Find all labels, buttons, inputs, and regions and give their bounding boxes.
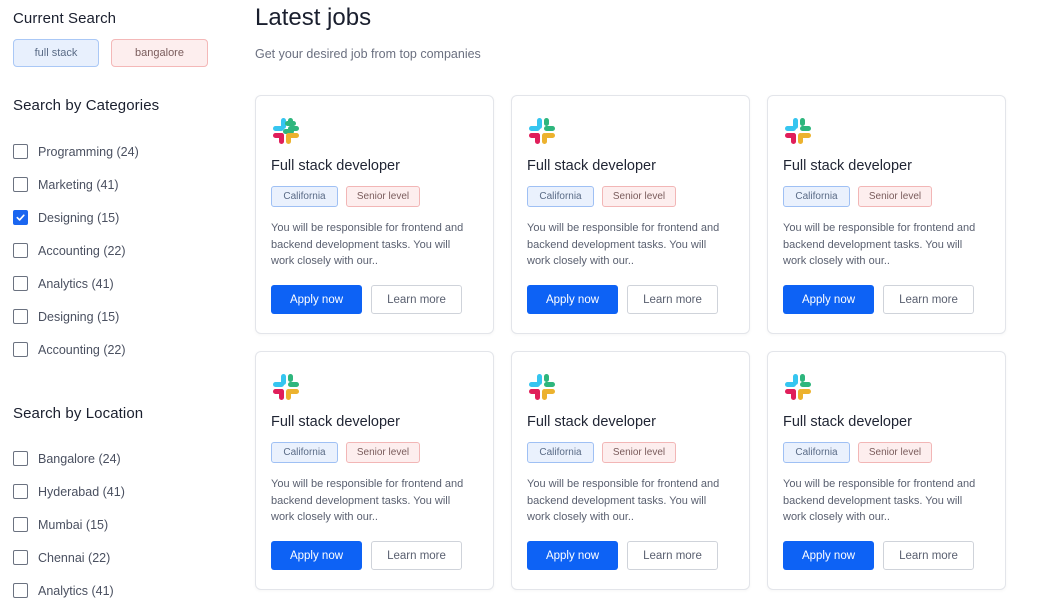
category-item-marketing[interactable]: Marketing (41)	[13, 168, 139, 201]
job-title[interactable]: Full stack developer	[527, 414, 656, 430]
checkmark-icon	[16, 214, 25, 221]
apply-now-button[interactable]: Apply now	[271, 541, 362, 570]
category-checkbox[interactable]	[13, 243, 28, 258]
location-checkbox[interactable]	[13, 583, 28, 598]
category-label: Accounting (22)	[38, 342, 126, 357]
category-label: Marketing (41)	[38, 177, 119, 192]
category-checkbox[interactable]	[13, 309, 28, 324]
job-title[interactable]: Full stack developer	[527, 158, 656, 174]
slack-logo-icon	[273, 118, 299, 144]
location-label: Bangalore (24)	[38, 451, 121, 466]
location-checkbox[interactable]	[13, 517, 28, 532]
learn-more-button[interactable]: Learn more	[883, 541, 974, 570]
location-tag: California	[271, 186, 338, 207]
location-label: Analytics (41)	[38, 583, 114, 598]
slack-logo-icon	[529, 118, 555, 144]
category-label: Analytics (41)	[38, 276, 114, 291]
job-title[interactable]: Full stack developer	[783, 158, 912, 174]
job-description: You will be responsible for frontend and…	[527, 222, 720, 267]
apply-now-button[interactable]: Apply now	[527, 541, 618, 570]
category-label: Accounting (22)	[38, 243, 126, 258]
category-checkbox[interactable]	[13, 342, 28, 357]
job-description: You will be responsible for frontend and…	[271, 222, 464, 267]
category-item-analytics[interactable]: Analytics (41)	[13, 267, 139, 300]
location-checkbox[interactable]	[13, 451, 28, 466]
page-title: Latest jobs	[255, 4, 372, 31]
current-search-title: Current Search	[13, 10, 117, 27]
job-card: Full stack developer California Senior l…	[767, 95, 1006, 334]
category-item-programming[interactable]: Programming (24)	[13, 135, 139, 168]
job-description: You will be responsible for frontend and…	[527, 478, 720, 523]
search-chip-bangalore[interactable]: bangalore	[111, 39, 208, 67]
job-search-page: Current Search full stack bangalore Sear…	[0, 0, 1057, 603]
level-tag: Senior level	[602, 186, 676, 207]
category-label: Programming (24)	[38, 144, 139, 159]
job-description: You will be responsible for frontend and…	[783, 222, 976, 267]
apply-now-button[interactable]: Apply now	[783, 541, 874, 570]
job-card: Full stack developer California Senior l…	[255, 95, 494, 334]
learn-more-button[interactable]: Learn more	[371, 541, 462, 570]
location-tag: California	[783, 186, 850, 207]
job-title[interactable]: Full stack developer	[783, 414, 912, 430]
location-item-chennai[interactable]: Chennai (22)	[13, 541, 125, 574]
job-card: Full stack developer California Senior l…	[511, 95, 750, 334]
slack-logo-icon	[785, 374, 811, 400]
learn-more-button[interactable]: Learn more	[883, 285, 974, 314]
category-item-designing[interactable]: Designing (15)	[13, 201, 139, 234]
page-subtitle: Get your desired job from top companies	[255, 47, 481, 61]
job-description: You will be responsible for frontend and…	[271, 478, 464, 523]
location-tag: California	[271, 442, 338, 463]
level-tag: Senior level	[858, 442, 932, 463]
category-item-accounting[interactable]: Accounting (22)	[13, 234, 139, 267]
location-title: Search by Location	[13, 405, 144, 422]
apply-now-button[interactable]: Apply now	[783, 285, 874, 314]
category-checkbox[interactable]	[13, 177, 28, 192]
job-card: Full stack developer California Senior l…	[767, 351, 1006, 590]
location-checkbox[interactable]	[13, 484, 28, 499]
location-item-mumbai[interactable]: Mumbai (15)	[13, 508, 125, 541]
location-list: Bangalore (24) Hyderabad (41) Mumbai (15…	[13, 442, 125, 603]
level-tag: Senior level	[858, 186, 932, 207]
location-tag: California	[527, 186, 594, 207]
slack-logo-icon	[785, 118, 811, 144]
category-checkbox[interactable]	[13, 144, 28, 159]
job-description: You will be responsible for frontend and…	[783, 478, 976, 523]
location-label: Chennai (22)	[38, 550, 111, 565]
category-label: Designing (15)	[38, 210, 120, 225]
level-tag: Senior level	[346, 186, 420, 207]
job-card: Full stack developer California Senior l…	[255, 351, 494, 590]
learn-more-button[interactable]: Learn more	[627, 285, 718, 314]
job-title[interactable]: Full stack developer	[271, 158, 400, 174]
categories-title: Search by Categories	[13, 97, 160, 114]
search-chip-full-stack[interactable]: full stack	[13, 39, 99, 67]
category-checkbox-checked[interactable]	[13, 210, 28, 225]
location-tag: California	[527, 442, 594, 463]
level-tag: Senior level	[346, 442, 420, 463]
category-item-accounting-2[interactable]: Accounting (22)	[13, 333, 139, 366]
slack-logo-icon	[273, 374, 299, 400]
level-tag: Senior level	[602, 442, 676, 463]
category-item-designing-2[interactable]: Designing (15)	[13, 300, 139, 333]
learn-more-button[interactable]: Learn more	[627, 541, 718, 570]
location-checkbox[interactable]	[13, 550, 28, 565]
location-item-analytics[interactable]: Analytics (41)	[13, 574, 125, 603]
location-label: Hyderabad (41)	[38, 484, 125, 499]
job-title[interactable]: Full stack developer	[271, 414, 400, 430]
location-item-hyderabad[interactable]: Hyderabad (41)	[13, 475, 125, 508]
slack-logo-icon	[529, 374, 555, 400]
category-list: Programming (24) Marketing (41) Designin…	[13, 135, 139, 366]
learn-more-button[interactable]: Learn more	[371, 285, 462, 314]
location-item-bangalore[interactable]: Bangalore (24)	[13, 442, 125, 475]
job-card: Full stack developer California Senior l…	[511, 351, 750, 590]
category-label: Designing (15)	[38, 309, 120, 324]
category-checkbox[interactable]	[13, 276, 28, 291]
apply-now-button[interactable]: Apply now	[527, 285, 618, 314]
location-tag: California	[783, 442, 850, 463]
apply-now-button[interactable]: Apply now	[271, 285, 362, 314]
location-label: Mumbai (15)	[38, 517, 109, 532]
